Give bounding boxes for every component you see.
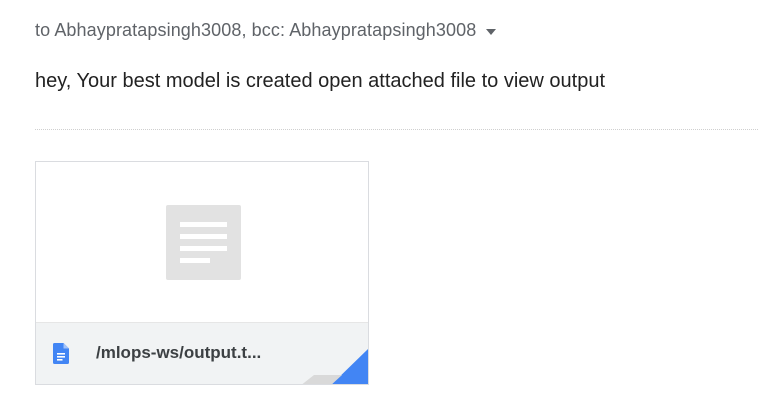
file-type-corner-icon (302, 349, 368, 384)
recipients-text: to Abhaypratapsingh3008, bcc: Abhayprata… (35, 20, 477, 40)
attachment-footer[interactable]: /mlops-ws/output.t... (36, 322, 368, 384)
recipients-line[interactable]: to Abhaypratapsingh3008, bcc: Abhayprata… (35, 20, 497, 41)
caret-down-icon[interactable] (486, 28, 497, 35)
google-docs-file-icon (53, 343, 69, 364)
document-thumbnail-icon (166, 205, 241, 280)
divider (35, 129, 758, 130)
email-message-view: to Abhaypratapsingh3008, bcc: Abhayprata… (0, 0, 778, 403)
message-body: hey, Your best model is created open att… (35, 70, 605, 92)
attachment-file-name: /mlops-ws/output.t... (96, 343, 262, 362)
attachment-preview[interactable] (36, 162, 368, 322)
attachment-card[interactable]: /mlops-ws/output.t... (35, 161, 369, 385)
